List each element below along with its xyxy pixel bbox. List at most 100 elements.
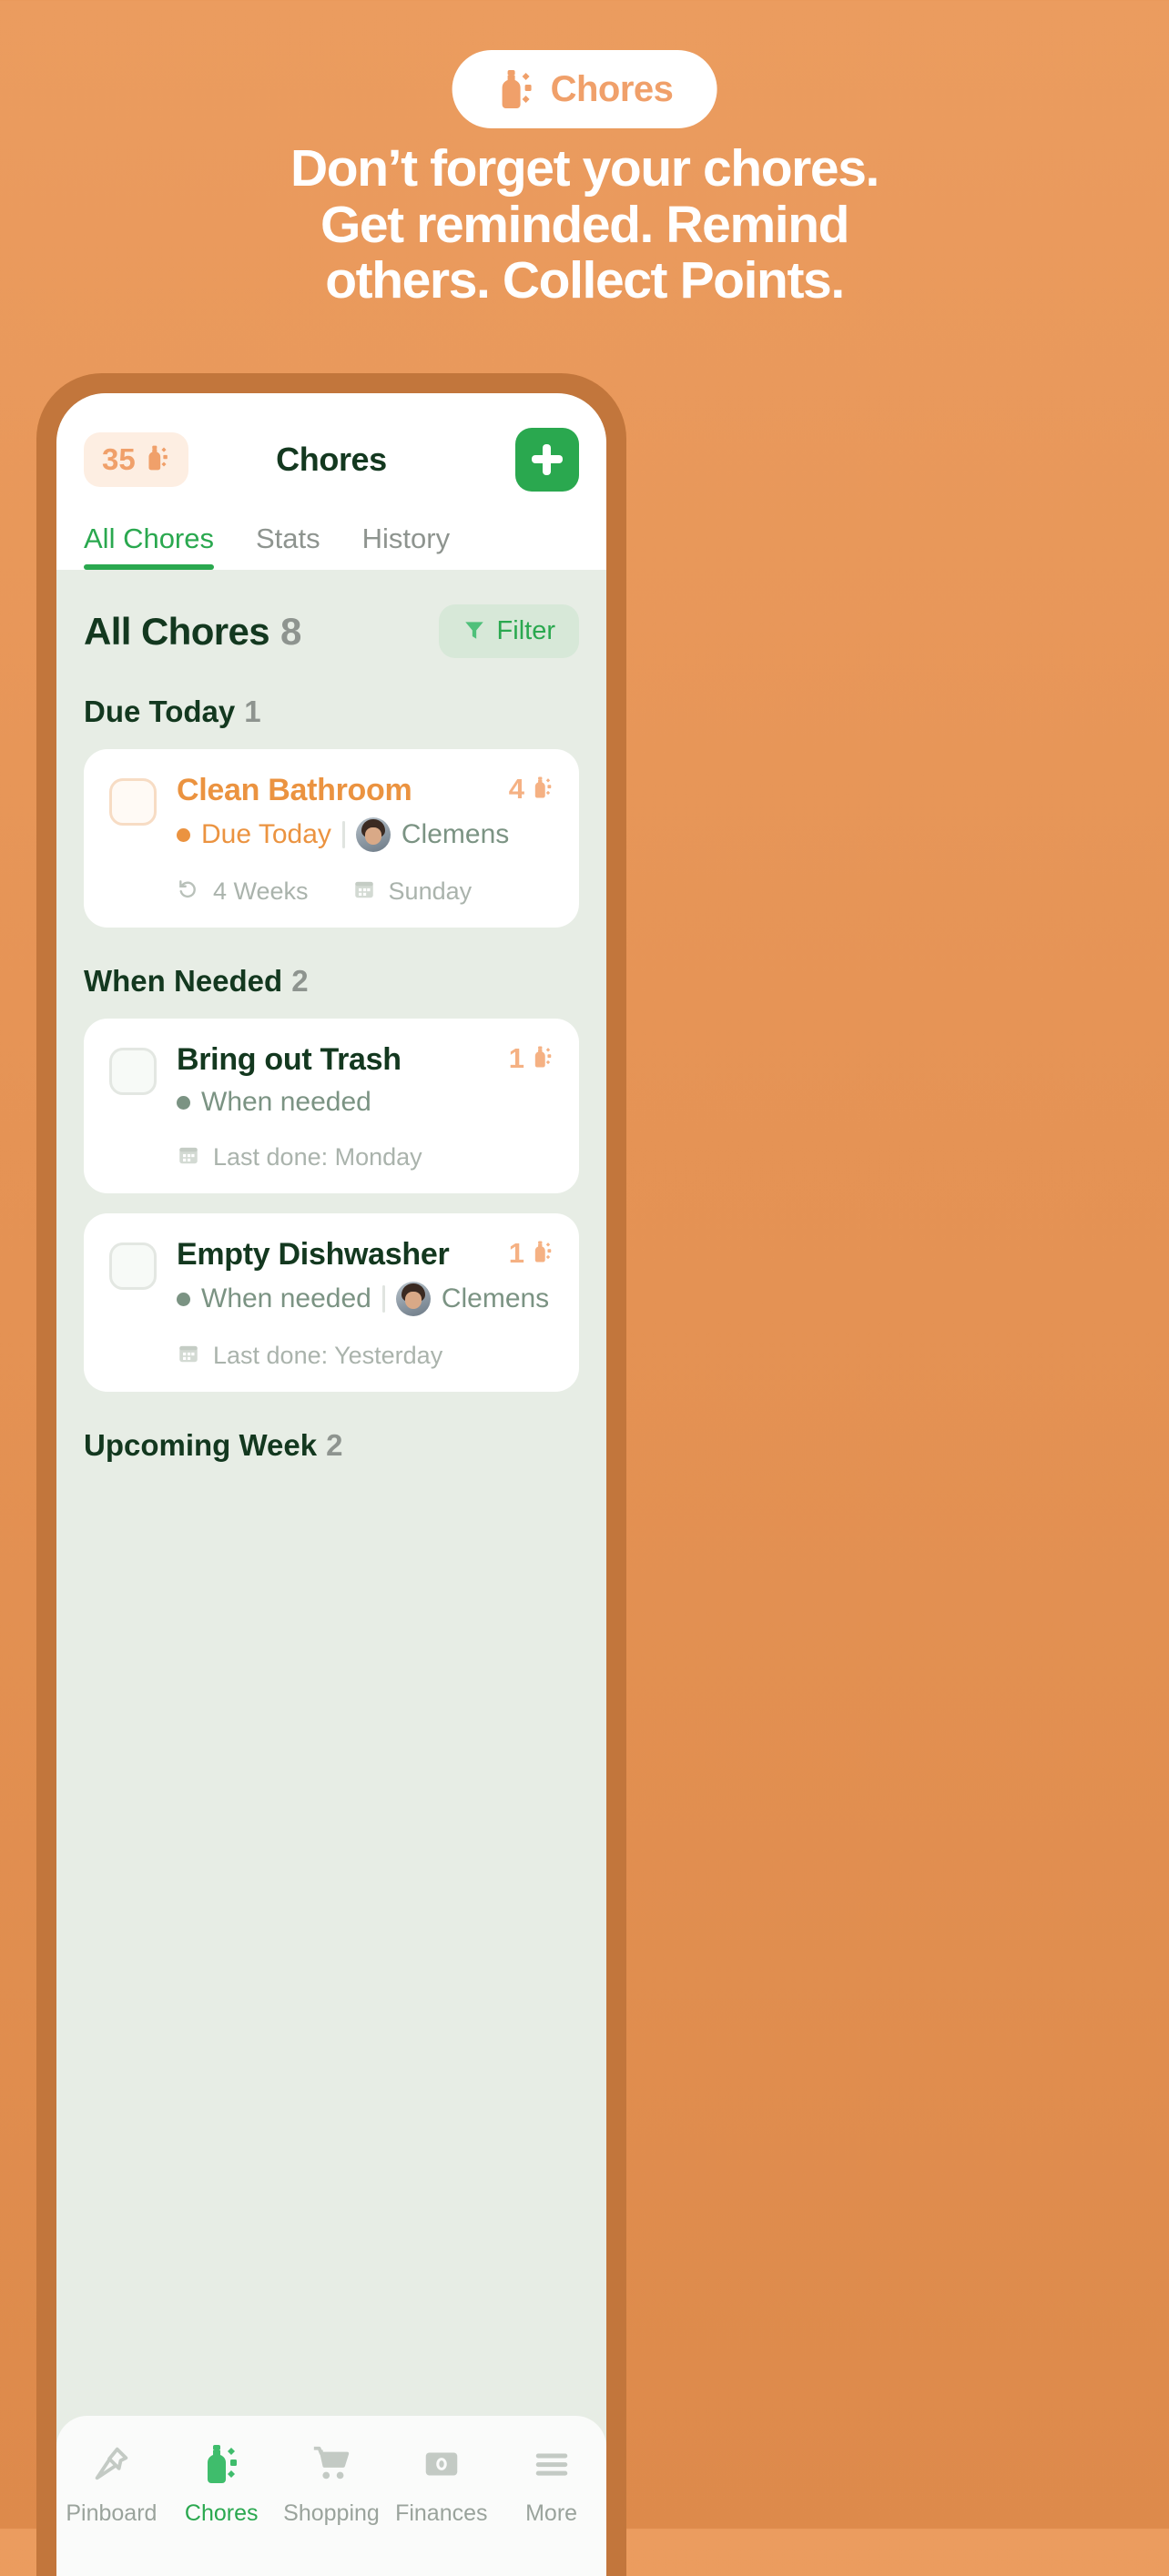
points-value: 35 xyxy=(102,442,136,476)
group-header-due-today: Due Today 1 xyxy=(84,695,579,729)
list-title-count: 8 xyxy=(280,609,301,653)
chore-checkbox[interactable] xyxy=(109,1242,157,1290)
promo-headline: Don’t forget your chores. Get reminded. … xyxy=(0,139,1169,310)
chore-content: Empty Dishwasher 1 When needed Clemens L… xyxy=(177,1237,554,1370)
group-title-text: Upcoming Week xyxy=(84,1428,318,1462)
chore-subrow: Last done: Yesterday xyxy=(177,1342,554,1370)
chore-checkbox[interactable] xyxy=(109,1048,157,1095)
date-label: Last done: Monday xyxy=(213,1143,422,1171)
headline-line-2: Get reminded. Remind xyxy=(320,195,850,254)
spray-bottle-icon xyxy=(496,68,536,110)
headline-line-3: others. Collect Points. xyxy=(325,251,845,310)
chore-points-value: 1 xyxy=(508,1042,524,1074)
chore-top-row: Bring out Trash 1 xyxy=(177,1042,554,1078)
group-header-when-needed: When Needed 2 xyxy=(84,964,579,999)
chore-points: 1 xyxy=(509,1042,554,1075)
group-title-text: When Needed xyxy=(84,964,283,998)
date-label: Sunday xyxy=(388,877,473,905)
phone-screen: 35 Chores All Chores Stats History All C… xyxy=(56,393,606,2576)
status-badge: When needed xyxy=(201,1283,371,1313)
chore-points-value: 4 xyxy=(508,773,524,805)
nav-label: Pinboard xyxy=(66,2500,158,2526)
table-row[interactable]: Clean Bathroom 4 Due Today Clemens 4 Wee… xyxy=(84,749,579,928)
spray-bottle-icon xyxy=(532,1240,554,1268)
nav-item-finances[interactable]: Finances xyxy=(386,2443,496,2527)
nav-item-more[interactable]: More xyxy=(496,2443,606,2527)
calendar-icon xyxy=(352,877,376,906)
chore-name: Empty Dishwasher xyxy=(177,1237,450,1272)
bottom-navigation: Pinboard Chores Shopping Finances More xyxy=(56,2416,606,2576)
avatar xyxy=(395,1282,431,1316)
filter-button-label: Filter xyxy=(496,616,555,645)
list-title-text: All Chores xyxy=(84,609,270,653)
chore-points: 1 xyxy=(509,1237,554,1270)
avatar xyxy=(355,817,391,852)
repeat-label: 4 Weeks xyxy=(213,877,309,905)
chore-list: All Chores 8 Filter Due Today 1 Clean Bath… xyxy=(56,604,606,1463)
chore-content: Clean Bathroom 4 Due Today Clemens 4 Wee… xyxy=(177,773,554,906)
chore-checkbox[interactable] xyxy=(109,778,157,826)
table-row[interactable]: Bring out Trash 1 When needed Last done:… xyxy=(84,1019,579,1193)
tab-all-chores[interactable]: All Chores xyxy=(84,522,214,570)
filter-button[interactable]: Filter xyxy=(438,604,579,658)
spray-bottle-icon xyxy=(532,1045,554,1073)
divider xyxy=(381,1285,385,1313)
nav-item-pinboard[interactable]: Pinboard xyxy=(56,2443,167,2527)
status-dot-icon xyxy=(177,1095,190,1110)
spray-bottle-icon xyxy=(532,776,554,804)
headline-line-1: Don’t forget your chores. xyxy=(290,139,879,198)
chore-meta: When needed xyxy=(177,1087,554,1118)
shopping-cart-icon xyxy=(310,2443,352,2490)
banknote-icon xyxy=(421,2443,463,2490)
status-dot-icon xyxy=(177,827,190,842)
assignee-name: Clemens xyxy=(441,1283,550,1313)
nav-label: More xyxy=(525,2500,578,2526)
nav-item-shopping[interactable]: Shopping xyxy=(277,2443,387,2527)
spray-bottle-icon xyxy=(145,444,170,476)
chore-top-row: Clean Bathroom 4 xyxy=(177,773,554,808)
funnel-icon xyxy=(463,618,486,644)
chore-meta: Due Today Clemens xyxy=(177,817,554,852)
add-chore-button[interactable] xyxy=(515,428,579,492)
group-title-count: 2 xyxy=(326,1428,343,1462)
pin-icon xyxy=(90,2443,132,2490)
group-title-count: 1 xyxy=(244,695,261,728)
nav-item-chores[interactable]: Chores xyxy=(167,2443,277,2527)
group-title-count: 2 xyxy=(291,964,309,998)
group-title-text: Due Today xyxy=(84,695,236,728)
spray-bottle-icon xyxy=(200,2443,242,2490)
status-dot-icon xyxy=(177,1292,190,1306)
chore-name: Clean Bathroom xyxy=(177,773,412,807)
nav-label: Chores xyxy=(184,2500,259,2526)
tab-stats[interactable]: Stats xyxy=(256,522,320,570)
tab-history[interactable]: History xyxy=(362,522,450,570)
promo-badge: Chores xyxy=(452,50,717,128)
chore-subrow: 4 Weeks Sunday xyxy=(177,877,554,906)
phone-mockup: 35 Chores All Chores Stats History All C… xyxy=(36,373,626,2576)
points-badge[interactable]: 35 xyxy=(84,432,188,487)
promo-badge-label: Chores xyxy=(550,68,674,109)
plus-icon xyxy=(532,444,563,475)
assignee-name: Clemens xyxy=(401,819,510,849)
date-label: Last done: Yesterday xyxy=(213,1342,443,1369)
calendar-icon xyxy=(177,1143,200,1171)
chore-name: Bring out Trash xyxy=(177,1042,402,1077)
nav-label: Shopping xyxy=(283,2500,380,2526)
chore-content: Bring out Trash 1 When needed Last done:… xyxy=(177,1042,554,1171)
chore-top-row: Empty Dishwasher 1 xyxy=(177,1237,554,1273)
chore-points: 4 xyxy=(509,773,554,806)
list-section-header: All Chores 8 Filter xyxy=(84,604,579,658)
repeat-icon xyxy=(177,877,200,906)
nav-label: Finances xyxy=(395,2500,488,2526)
table-row[interactable]: Empty Dishwasher 1 When needed Clemens L… xyxy=(84,1213,579,1392)
tab-bar: All Chores Stats History xyxy=(84,522,579,570)
list-title: All Chores 8 xyxy=(84,610,301,654)
status-badge: When needed xyxy=(201,1087,371,1117)
app-header-row: 35 Chores xyxy=(84,428,579,492)
chore-meta: When needed Clemens xyxy=(177,1282,554,1316)
chore-subrow: Last done: Monday xyxy=(177,1143,554,1171)
chore-points-value: 1 xyxy=(508,1237,524,1269)
status-badge: Due Today xyxy=(201,819,331,849)
hamburger-menu-icon xyxy=(531,2443,573,2490)
calendar-icon xyxy=(177,1342,200,1370)
